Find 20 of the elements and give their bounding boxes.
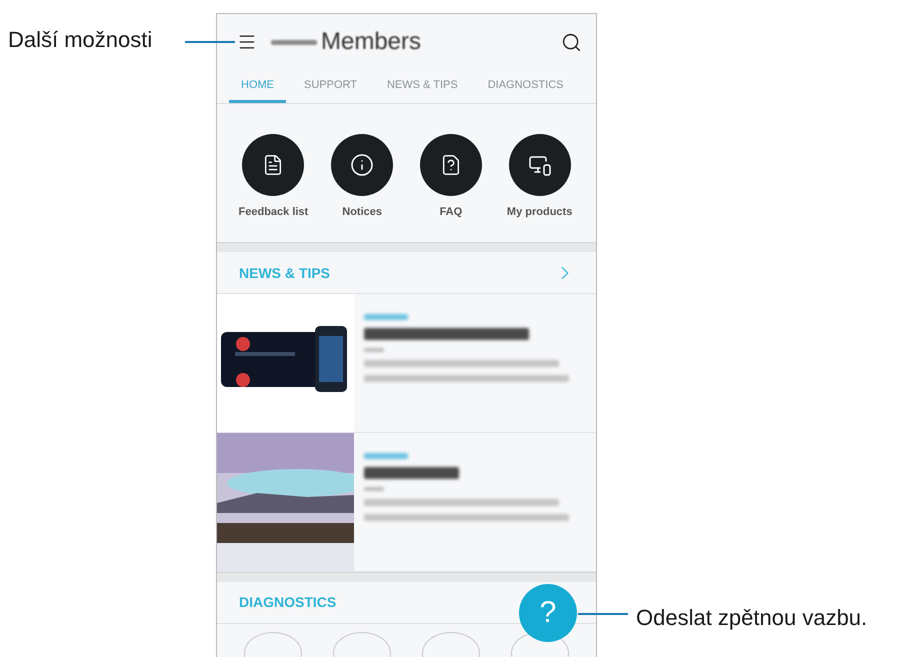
tab[interactable]: DIAGNOSTICS — [476, 70, 576, 104]
tab[interactable]: NEWS & TIPS — [374, 70, 470, 104]
tab[interactable]: HOME — [229, 70, 286, 104]
shortcut-button[interactable]: Feedback list — [229, 134, 318, 226]
app-title: Members — [321, 28, 422, 56]
leader-line — [578, 613, 628, 615]
info-icon — [350, 153, 374, 178]
article-card[interactable] — [217, 433, 596, 572]
shortcut-button[interactable]: My products — [495, 134, 584, 226]
leader-line — [185, 41, 235, 43]
tab[interactable]: SUPPORT — [292, 70, 369, 104]
shortcut-button[interactable]: Notices — [318, 134, 406, 226]
callout-label: Další možnosti — [8, 27, 152, 53]
callout-label: Odeslat zpětnou vazbu. — [636, 605, 868, 631]
logo-icon — [271, 40, 317, 45]
section-title: NEWS & TIPS — [239, 264, 330, 280]
section-title: DIAGNOSTICS — [239, 594, 336, 610]
article-card[interactable] — [217, 294, 596, 434]
search-button[interactable] — [561, 32, 582, 53]
shortcut-button[interactable]: FAQ — [406, 134, 496, 226]
